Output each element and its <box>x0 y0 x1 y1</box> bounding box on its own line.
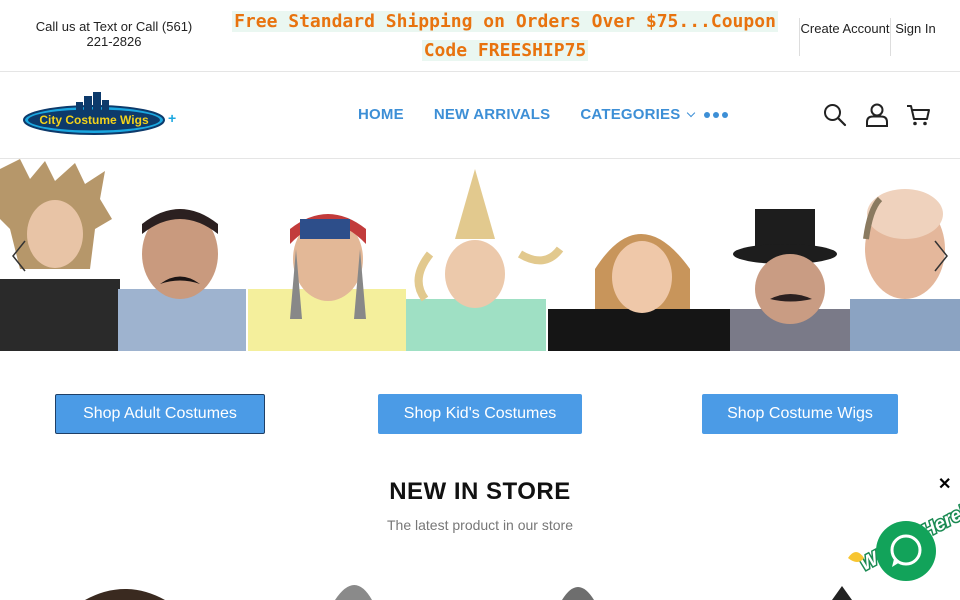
chevron-down-icon <box>687 108 696 117</box>
main-nav: HOME NEW ARRIVALS CATEGORIES <box>358 106 696 123</box>
phone-contact[interactable]: Call us at Text or Call (561) 221-2826 <box>30 19 198 49</box>
promo-line-2: Code FREESHIP75 <box>421 40 589 61</box>
promo-banner: Free Standard Shipping on Orders Over $7… <box>225 7 785 65</box>
nav-home[interactable]: HOME <box>358 106 404 123</box>
chat-bubble-icon <box>890 534 922 567</box>
hero-collage <box>0 159 960 351</box>
promo-line-1: Free Standard Shipping on Orders Over $7… <box>232 11 778 32</box>
nav-categories-label: CATEGORIES <box>580 106 681 123</box>
site-header: City Costume Wigs + HOME NEW ARRIVALS CA… <box>0 72 960 159</box>
product-thumb-3[interactable] <box>562 587 594 600</box>
nav-new-arrivals[interactable]: NEW ARRIVALS <box>434 106 551 123</box>
svg-text:+: + <box>168 110 176 126</box>
product-thumb-2[interactable] <box>335 585 372 600</box>
product-thumb-4[interactable] <box>832 586 852 600</box>
shop-adult-costumes-button[interactable]: Shop Adult Costumes <box>55 394 265 434</box>
nav-categories[interactable]: CATEGORIES <box>580 106 696 123</box>
hero-banner[interactable] <box>0 159 960 351</box>
site-logo[interactable]: City Costume Wigs + <box>22 92 177 140</box>
sign-in-link[interactable]: Sign In <box>890 18 940 56</box>
section-subtitle: The latest product in our store <box>387 517 573 533</box>
ellipsis-icon[interactable] <box>704 106 728 124</box>
user-icon[interactable] <box>864 102 890 128</box>
nav-new-arrivals-label: NEW ARRIVALS <box>433 106 551 123</box>
section-title: NEW IN STORE <box>389 478 571 505</box>
create-account-link[interactable]: Create Account <box>799 18 890 56</box>
chat-button[interactable] <box>876 521 936 581</box>
nav-home-label: HOME <box>358 106 404 123</box>
logo-text: City Costume Wigs <box>39 113 149 127</box>
carousel-next-icon[interactable] <box>933 239 949 273</box>
search-icon[interactable] <box>822 102 848 128</box>
shop-costume-wigs-button[interactable]: Shop Costume Wigs <box>702 394 898 434</box>
shop-kids-costumes-button[interactable]: Shop Kid's Costumes <box>378 394 582 434</box>
product-thumbnails <box>85 585 852 600</box>
cart-icon[interactable] <box>905 102 931 128</box>
carousel-prev-icon[interactable] <box>11 239 27 273</box>
product-thumb-1[interactable] <box>85 589 165 600</box>
top-bar: Call us at Text or Call (561) 221-2826 F… <box>0 0 960 72</box>
